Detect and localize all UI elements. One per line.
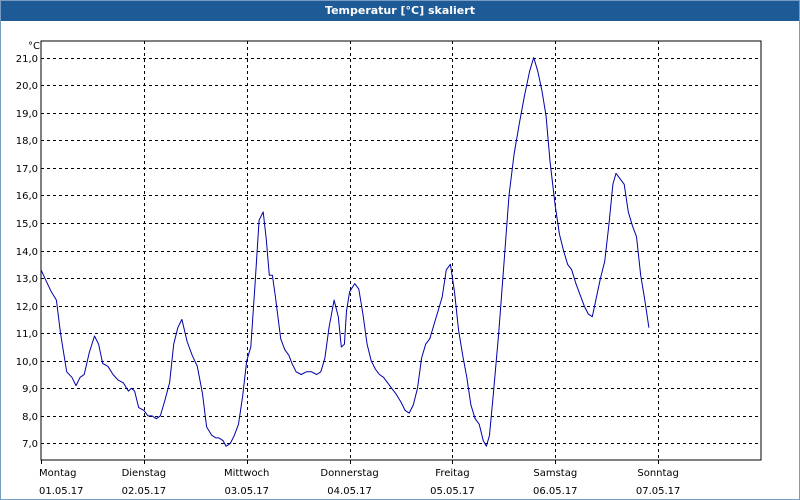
y-tick-labels: 7,0 8,0 9,0 10,0 11,0 12,0 13,0 14,0 15,0 16,0 17,… xyxy=(16,54,38,450)
y-tick-label: 7,0 xyxy=(22,439,38,450)
y-tick-label: 21,0 xyxy=(16,54,38,65)
x-tick-date: 03.05.17 xyxy=(224,486,269,497)
y-tick-label: 20,0 xyxy=(16,81,38,92)
y-tick-label: 14,0 xyxy=(16,247,38,258)
chart-window: Temperatur [°C] skaliert °C 7,0 8,0 9,0 10,… xyxy=(0,0,800,500)
x-tick-day-name: Mittwoch xyxy=(224,468,269,479)
x-tick-date: 04.05.17 xyxy=(327,486,372,497)
x-tick-date: 01.05.17 xyxy=(39,486,84,497)
y-tick-label: 16,0 xyxy=(16,191,38,202)
y-axis-unit: °C xyxy=(28,41,40,52)
x-day-labels: Montag 01.05.17 Dienstag 02.05.17 Mittwoch 03… xyxy=(39,460,680,497)
y-tick-label: 19,0 xyxy=(16,109,38,120)
y-tick-label: 15,0 xyxy=(16,219,38,230)
y-tick-label: 12,0 xyxy=(16,302,38,313)
y-tick-label: 17,0 xyxy=(16,164,38,175)
x-tick-day-name: Montag xyxy=(39,468,76,479)
plot-frame xyxy=(40,40,762,461)
x-tick-date: 02.05.17 xyxy=(122,486,167,497)
y-tick-label: 18,0 xyxy=(16,136,38,147)
x-tick-date: 07.05.17 xyxy=(636,486,681,497)
x-tick-day-name: Freitag xyxy=(435,468,469,479)
y-tick-label: 9,0 xyxy=(22,384,38,395)
x-tick-date: 05.05.17 xyxy=(430,486,475,497)
temperature-chart: °C 7,0 8,0 9,0 10,0 11,0 12,0 13,0 14,0 15,0 16,0… xyxy=(16,40,762,497)
y-tick-label: 10,0 xyxy=(16,357,38,368)
x-tick-day-name: Sonntag xyxy=(637,468,679,479)
y-tick-label: 13,0 xyxy=(16,274,38,285)
x-tick-day-name: Dienstag xyxy=(122,468,167,479)
grid-lines xyxy=(41,41,761,460)
y-tick-label: 11,0 xyxy=(16,329,38,340)
x-tick-day-name: Samstag xyxy=(533,468,577,479)
x-tick-day-name: Donnerstag xyxy=(320,468,378,479)
x-tick-date: 06.05.17 xyxy=(533,486,578,497)
y-tick-label: 8,0 xyxy=(22,412,38,423)
